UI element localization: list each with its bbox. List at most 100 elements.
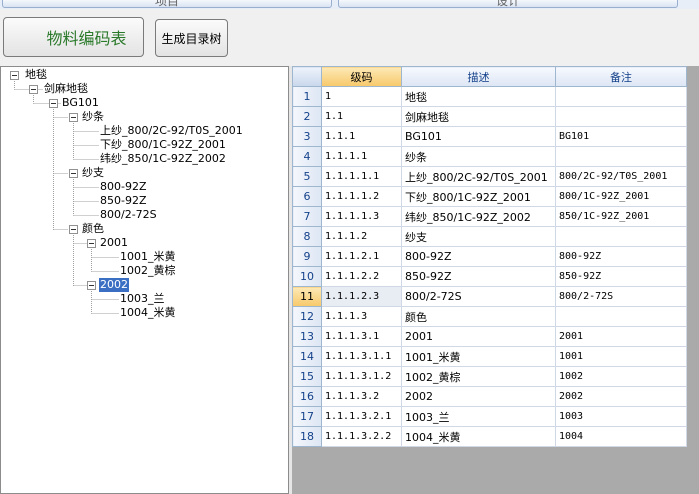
tree-node[interactable]: 1001_米黄 — [120, 250, 176, 264]
material-code-table-button[interactable]: 物料编码表 — [3, 17, 144, 57]
cell-code[interactable]: 1.1.1.1.2 — [321, 186, 402, 207]
cell-description[interactable]: 1002_黄棕 — [401, 366, 556, 387]
cell-description[interactable]: 1003_兰 — [401, 406, 556, 427]
table-row[interactable]: 2 1.1 剑麻地毯 — [292, 106, 687, 127]
collapse-icon[interactable] — [10, 71, 19, 80]
collapse-icon[interactable] — [29, 85, 38, 94]
cell-description[interactable]: 纱条 — [401, 146, 556, 167]
cell-description[interactable]: 上纱_800/2C-92/T0S_2001 — [401, 166, 556, 187]
collapse-icon[interactable] — [87, 239, 96, 248]
table-row[interactable]: 6 1.1.1.1.2 下纱_800/1C-92Z_2001 800/1C-92Z_2… — [292, 186, 687, 207]
cell-description[interactable]: 800/2-72S — [401, 286, 556, 307]
cell-note[interactable] — [555, 106, 687, 127]
table-row[interactable]: 11 1.1.1.2.3 800/2-72S 800/2-72S — [292, 286, 687, 307]
generate-tree-button[interactable]: 生成目录树 — [155, 19, 228, 57]
tree-node[interactable]: 纱条 — [82, 110, 104, 124]
row-number[interactable]: 15 — [292, 366, 322, 387]
row-number[interactable]: 6 — [292, 186, 322, 207]
row-number[interactable]: 4 — [292, 146, 322, 167]
cell-description[interactable]: 2001 — [401, 326, 556, 347]
table-row[interactable]: 13 1.1.1.3.1 2001 2001 — [292, 326, 687, 347]
cell-note[interactable]: 800/2-72S — [555, 286, 687, 307]
tree-node[interactable]: 1003_兰 — [120, 292, 165, 306]
row-number[interactable]: 17 — [292, 406, 322, 427]
row-number[interactable]: 12 — [292, 306, 322, 327]
cell-description[interactable]: 颜色 — [401, 306, 556, 327]
cell-description[interactable]: 850-92Z — [401, 266, 556, 287]
cell-code[interactable]: 1.1.1.2.2 — [321, 266, 402, 287]
tree-node[interactable]: 1002_黄棕 — [120, 264, 176, 278]
tree-node[interactable]: 850-92Z — [100, 194, 147, 208]
cell-description[interactable]: 800-92Z — [401, 246, 556, 267]
collapse-icon[interactable] — [49, 99, 58, 108]
tree-node[interactable]: 1004_米黄 — [120, 306, 176, 320]
collapse-icon[interactable] — [69, 169, 78, 178]
row-number[interactable]: 5 — [292, 166, 322, 187]
column-header-description[interactable]: 描述 — [401, 66, 556, 87]
cell-code[interactable]: 1.1.1.1.1 — [321, 166, 402, 187]
tree-node[interactable]: 800-92Z — [100, 180, 147, 194]
row-number[interactable]: 3 — [292, 126, 322, 147]
tree-node[interactable]: 颜色 — [82, 222, 104, 236]
table-row[interactable]: 3 1.1.1 BG101 BG101 — [292, 126, 687, 147]
cell-note[interactable] — [555, 226, 687, 247]
table-row[interactable]: 4 1.1.1.1 纱条 — [292, 146, 687, 167]
cell-code[interactable]: 1.1.1.2.1 — [321, 246, 402, 267]
collapse-icon[interactable] — [69, 113, 78, 122]
tree-node[interactable]: 剑麻地毯 — [44, 82, 88, 96]
table-row[interactable]: 7 1.1.1.1.3 纬纱_850/1C-92Z_2002 850/1C-92Z_2… — [292, 206, 687, 227]
cell-description[interactable]: 地毯 — [401, 86, 556, 107]
row-number[interactable]: 2 — [292, 106, 322, 127]
cell-code[interactable]: 1.1.1.3.1 — [321, 326, 402, 347]
cell-note[interactable]: 850/1C-92Z_2001 — [555, 206, 687, 227]
cell-note[interactable] — [555, 86, 687, 107]
cell-description[interactable]: 1001_米黄 — [401, 346, 556, 367]
cell-note[interactable] — [555, 146, 687, 167]
cell-note[interactable]: 800/1C-92Z_2001 — [555, 186, 687, 207]
collapse-icon[interactable] — [87, 281, 96, 290]
cell-code[interactable]: 1.1.1.2.3 — [321, 286, 402, 307]
cell-note[interactable]: 1003 — [555, 406, 687, 427]
table-row[interactable]: 1 1 地毯 — [292, 86, 687, 107]
cell-note[interactable]: 1001 — [555, 346, 687, 367]
cell-code[interactable]: 1.1.1.2 — [321, 226, 402, 247]
table-row[interactable]: 10 1.1.1.2.2 850-92Z 850-92Z — [292, 266, 687, 287]
table-row[interactable]: 8 1.1.1.2 纱支 — [292, 226, 687, 247]
cell-code[interactable]: 1.1.1.1 — [321, 146, 402, 167]
cell-note[interactable]: 800/2C-92/T0S_2001 — [555, 166, 687, 187]
tab-design[interactable]: 设计 — [338, 0, 678, 8]
cell-code[interactable]: 1.1.1.3.2.2 — [321, 426, 402, 447]
table-row[interactable]: 17 1.1.1.3.2.1 1003_兰 1003 — [292, 406, 687, 427]
table-row[interactable]: 9 1.1.1.2.1 800-92Z 800-92Z — [292, 246, 687, 267]
row-number[interactable]: 14 — [292, 346, 322, 367]
tree-node[interactable]: BG101 — [62, 96, 99, 110]
table-row[interactable]: 15 1.1.1.3.1.2 1002_黄棕 1002 — [292, 366, 687, 387]
cell-note[interactable]: 2001 — [555, 326, 687, 347]
cell-code[interactable]: 1 — [321, 86, 402, 107]
cell-note[interactable] — [555, 306, 687, 327]
cell-description[interactable]: 1004_米黄 — [401, 426, 556, 447]
column-header-note[interactable]: 备注 — [555, 66, 687, 87]
table-row[interactable]: 14 1.1.1.3.1.1 1001_米黄 1001 — [292, 346, 687, 367]
cell-description[interactable]: 下纱_800/1C-92Z_2001 — [401, 186, 556, 207]
row-number[interactable]: 16 — [292, 386, 322, 407]
cell-note[interactable]: 800-92Z — [555, 246, 687, 267]
tree-node[interactable]: 800/2-72S — [100, 208, 157, 222]
cell-code[interactable]: 1.1.1.3.2.1 — [321, 406, 402, 427]
row-number[interactable]: 13 — [292, 326, 322, 347]
cell-note[interactable]: 1004 — [555, 426, 687, 447]
table-row[interactable]: 18 1.1.1.3.2.2 1004_米黄 1004 — [292, 426, 687, 447]
table-row[interactable]: 12 1.1.1.3 颜色 — [292, 306, 687, 327]
tree-node[interactable]: 上纱_800/2C-92/T0S_2001 — [100, 124, 243, 138]
table-row[interactable]: 16 1.1.1.3.2 2002 2002 — [292, 386, 687, 407]
tab-project[interactable]: 项目 — [2, 0, 332, 8]
cell-code[interactable]: 1.1.1 — [321, 126, 402, 147]
row-number[interactable]: 7 — [292, 206, 322, 227]
table-row[interactable]: 5 1.1.1.1.1 上纱_800/2C-92/T0S_2001 800/2C-92… — [292, 166, 687, 187]
cell-code[interactable]: 1.1.1.3.1.1 — [321, 346, 402, 367]
cell-description[interactable]: 剑麻地毯 — [401, 106, 556, 127]
cell-description[interactable]: 纬纱_850/1C-92Z_2002 — [401, 206, 556, 227]
cell-note[interactable]: 1002 — [555, 366, 687, 387]
category-tree[interactable]: 地毯 剑麻地毯 BG101 纱条 上纱_800/2C-92/T0S_2001 下… — [0, 66, 289, 494]
cell-description[interactable]: 纱支 — [401, 226, 556, 247]
